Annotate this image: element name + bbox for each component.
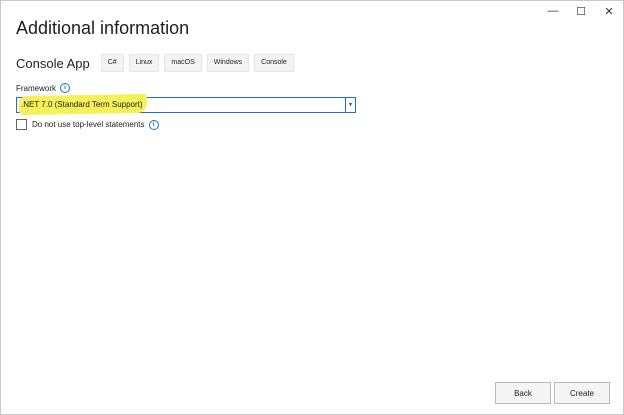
info-icon[interactable]: i [148, 119, 159, 130]
dialog-title: Additional information [16, 18, 190, 38]
info-icon[interactable]: i [60, 83, 71, 93]
top-level-statements-checkbox[interactable] [16, 119, 27, 130]
framework-label-row: Framework i [16, 83, 71, 93]
create-button[interactable]: Create [554, 382, 610, 404]
tag-platform-linux: Linux [128, 54, 160, 72]
framework-label: Framework [16, 83, 57, 93]
back-button[interactable]: Back [495, 382, 551, 404]
additional-information-dialog: — ☐ ✕ Additional information Console App… [0, 0, 624, 415]
tag-platform-macos: macOS [164, 54, 202, 72]
top-level-statements-option[interactable]: Do not use top-level statements i [16, 119, 159, 130]
project-header: Console App C# Linux macOS Windows Conso… [16, 54, 299, 72]
framework-select[interactable]: .NET 7.0 (Standard Term Support) ▼ [16, 93, 356, 116]
close-button[interactable]: ✕ [595, 1, 623, 21]
project-name: Console App [16, 55, 90, 71]
minimize-button[interactable]: — [539, 1, 567, 21]
tag-project-type: Console [254, 54, 294, 72]
chevron-down-icon[interactable]: ▼ [345, 98, 355, 112]
top-level-statements-label: Do not use top-level statements [32, 120, 145, 129]
tag-language: C# [100, 54, 124, 72]
framework-selected-value: .NET 7.0 (Standard Term Support) [21, 100, 143, 109]
maximize-button[interactable]: ☐ [567, 1, 595, 21]
tag-platform-windows: Windows [206, 54, 250, 72]
caption-buttons: — ☐ ✕ [539, 1, 623, 21]
